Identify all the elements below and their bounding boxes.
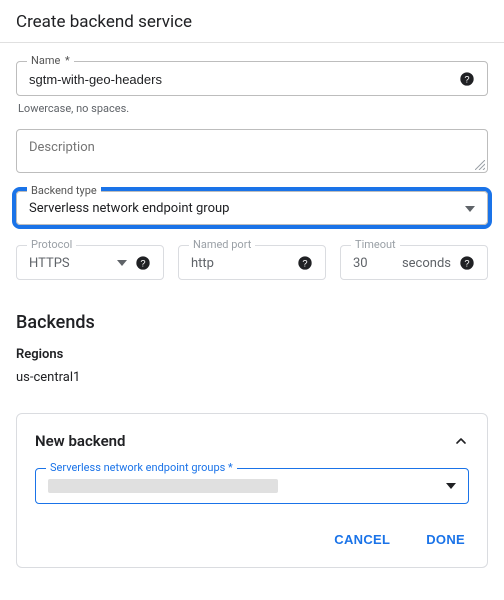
caret-down-icon [465, 206, 475, 212]
page-title: Create backend service [16, 12, 488, 32]
backends-heading: Backends [16, 312, 488, 333]
help-icon[interactable]: ? [135, 255, 151, 271]
chevron-up-icon[interactable] [453, 433, 469, 449]
new-backend-card: New backend Serverless network endpoint … [16, 413, 488, 568]
backend-type-highlight: Backend type Serverless network endpoint… [16, 191, 488, 225]
help-icon[interactable]: ? [297, 255, 313, 271]
timeout-field[interactable]: Timeout 30 seconds ? [340, 245, 488, 280]
cancel-button[interactable]: CANCEL [330, 526, 394, 553]
svg-text:?: ? [140, 258, 145, 268]
protocol-label: Protocol [27, 238, 76, 251]
timeout-label: Timeout [351, 238, 400, 251]
help-icon[interactable]: ? [459, 255, 475, 271]
divider [0, 42, 504, 43]
description-field[interactable]: Description [16, 129, 488, 173]
timeout-unit: seconds [402, 256, 451, 271]
protocol-value: HTTPS [29, 256, 109, 271]
new-backend-title: New backend [35, 432, 125, 450]
neg-selected-value-redacted [48, 479, 278, 493]
new-backend-actions: CANCEL DONE [35, 526, 469, 553]
svg-text:?: ? [464, 258, 469, 268]
backend-type-value: Serverless network endpoint group [29, 201, 465, 216]
svg-text:?: ? [464, 74, 469, 84]
protocol-row: Protocol HTTPS ? Named port http ? Timeo… [16, 245, 488, 280]
region-value: us-central1 [16, 370, 488, 385]
protocol-field[interactable]: Protocol HTTPS ? [16, 245, 164, 280]
named-port-field[interactable]: Named port http ? [178, 245, 326, 280]
name-input[interactable] [29, 72, 451, 87]
named-port-value: http [191, 256, 289, 271]
done-button[interactable]: DONE [422, 526, 469, 553]
svg-text:?: ? [302, 258, 307, 268]
help-icon[interactable]: ? [459, 71, 475, 87]
description-placeholder: Description [29, 140, 95, 155]
named-port-label: Named port [189, 238, 255, 251]
name-help-text: Lowercase, no spaces. [18, 102, 488, 115]
regions-label: Regions [16, 347, 488, 362]
name-field[interactable]: Name * ? [16, 61, 488, 96]
neg-select-field[interactable]: Serverless network endpoint groups * [35, 468, 469, 504]
backend-type-field[interactable]: Backend type Serverless network endpoint… [16, 191, 488, 225]
caret-down-icon [117, 260, 127, 266]
backend-type-label: Backend type [27, 184, 101, 197]
resize-handle-icon [475, 160, 485, 170]
timeout-value: 30 [353, 256, 394, 271]
neg-select-label: Serverless network endpoint groups * [46, 461, 237, 474]
name-label: Name * [27, 54, 74, 67]
caret-down-icon [446, 483, 456, 489]
